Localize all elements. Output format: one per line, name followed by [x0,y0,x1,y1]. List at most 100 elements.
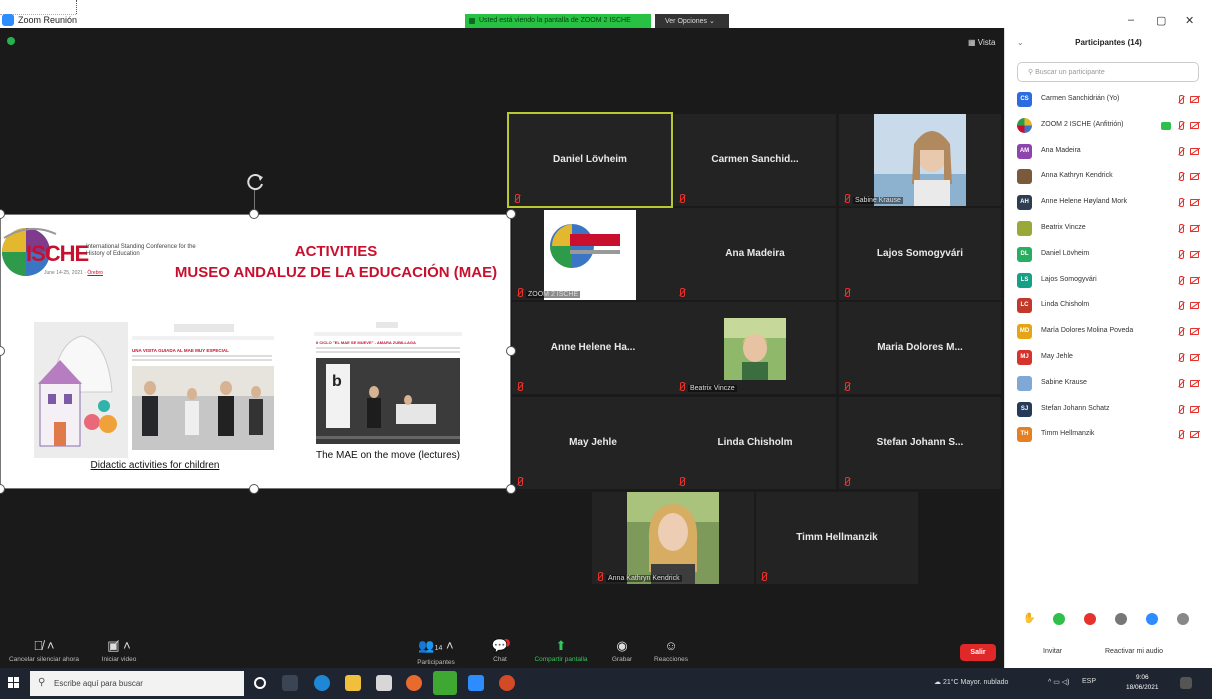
tray-icons[interactable]: ^ ▭ ◁) [1048,678,1070,686]
video-tile[interactable]: Ana Madeira [674,208,836,300]
slow-down-icon[interactable] [1115,613,1127,625]
file-explorer-icon[interactable] [345,675,361,691]
participant-row[interactable]: LS Lajos Somogyvári [1005,269,1212,295]
mic-muted-icon [1177,146,1185,156]
search-icon: ⚲ [38,677,46,688]
webpage-heading: UNA VISITA GUIADA AL MAE MUY ESPECIAL [132,348,229,353]
participant-row[interactable]: ZOOM 2 ISCHE (Anfitrión) [1005,114,1212,140]
video-tile[interactable]: Anne Helene Ha... [512,302,674,394]
avatar: MD [1017,324,1032,340]
windows-start-icon[interactable] [8,677,20,689]
participant-row[interactable]: SJ Stefan Johann Schatz [1005,398,1212,424]
taskbar-clock[interactable]: 9:06 18/06/2021 [1126,673,1159,693]
video-tile[interactable]: Linda Chisholm [674,397,836,489]
participant-row[interactable]: Beatrix Vincze [1005,217,1212,243]
participants-count: 14 [434,645,443,652]
mic-muted-icon [516,288,524,297]
yes-icon[interactable] [1053,613,1065,625]
participant-row[interactable]: AH Anne Helene Høyland Mork [1005,191,1212,217]
record-button[interactable]: ◉ Grabar [608,638,636,663]
task-view-icon[interactable] [282,675,298,691]
participant-row[interactable]: Sabine Krause [1005,372,1212,398]
slide-title: ACTIVITIES [294,243,378,260]
rotate-handle-icon[interactable] [246,171,266,191]
video-tile[interactable]: Lajos Somogyvári [839,208,1001,300]
mic-muted-icon [1177,249,1185,259]
participant-name: Anne Helene Høyland Mork [1041,198,1127,206]
participants-panel: ⌄ Participantes (14) ⚲ Buscar un partici… [1004,28,1212,668]
maximize-button[interactable]: ▢ [1156,14,1166,27]
participant-row[interactable]: MJ May Jehle [1005,346,1212,372]
caption-mae-on-the-move[interactable]: The MAE on the move (lectures) [312,450,464,461]
participant-name: Timm Hellmanzik [796,532,878,543]
zoom-taskbar-icon[interactable] [468,675,484,691]
resize-handle[interactable] [249,209,259,219]
participant-search-input[interactable]: ⚲ Buscar un participante [1017,62,1199,82]
share-screen-button[interactable]: ⬆ Compartir pantalla [528,638,594,663]
video-off-icon [1190,276,1199,284]
participant-row[interactable]: TH Timm Hellmanzik [1005,423,1212,449]
chat-button[interactable]: 💬 Chat [488,638,512,663]
edge-browser-icon[interactable] [314,675,330,691]
reactions-button[interactable]: ☺ Reacciones [652,638,690,663]
leave-button[interactable]: Salir [960,644,996,661]
participant-row[interactable]: DL Daniel Lövheim [1005,243,1212,269]
video-tile[interactable]: Stefan Johann S... [839,397,1001,489]
resize-handle[interactable] [506,484,516,494]
security-shield-icon[interactable] [7,37,15,45]
close-button[interactable]: ✕ [1185,14,1194,27]
mute-button[interactable]: 🎙̸ ˄ Cancelar silenciar ahora [4,638,84,663]
weather-text: 21°C Mayor. nublado [942,679,1009,686]
unmute-me-button[interactable]: Reactivar mi audio [1105,648,1163,655]
taskbar-search-input[interactable]: ⚲ Escribe aquí para buscar [30,671,244,696]
language-indicator[interactable]: ESP [1082,678,1096,685]
minimize-button[interactable]: – [1128,14,1134,26]
video-tile[interactable]: Carmen Sanchid... [674,114,836,206]
mic-muted-icon [1177,223,1185,233]
video-tile[interactable]: May Jehle [512,397,674,489]
firefox-icon[interactable] [406,675,422,691]
record-label: Grabar [611,656,633,663]
video-tile[interactable]: Maria Dolores M... [839,302,1001,394]
ische-city-link[interactable]: Örebro [87,270,103,276]
powerpoint-icon[interactable] [499,675,515,691]
participant-name: ZOOM 2 ISCHE (Anfitrión) [1041,120,1124,128]
view-button[interactable]: ▦ Vista [968,38,995,47]
video-off-icon [1190,147,1199,155]
cortana-icon[interactable] [254,677,266,689]
shared-slide[interactable]: ISCHE International Standing Conference … [0,214,511,489]
caption-didactic-activities[interactable]: Didactic activities for children [34,460,276,471]
resize-handle[interactable] [506,346,516,356]
meeting-toolbar: 🎙̸ ˄ Cancelar silenciar ahora ▣̸ ˄ Inici… [0,636,1004,668]
green-app-icon[interactable] [433,671,457,695]
notifications-icon[interactable] [1180,677,1192,689]
participant-row[interactable]: Anna Kathryn Kendrick [1005,165,1212,191]
participant-row[interactable]: MD María Dolores Molina Poveda [1005,320,1212,346]
resize-handle[interactable] [506,209,516,219]
video-tile[interactable]: Anna Kathryn Kendrick [592,492,754,584]
video-off-icon [1190,379,1199,387]
video-tile[interactable]: Timm Hellmanzik [756,492,918,584]
invite-button[interactable]: Invitar [1043,648,1062,655]
video-tile[interactable]: Sabine Krause [839,114,1001,206]
video-tile[interactable]: ZOOM 2 ISCHE [512,208,674,300]
no-icon[interactable] [1084,613,1096,625]
video-tile[interactable]: Beatrix Vincze [674,302,836,394]
start-video-button[interactable]: ▣̸ ˄ Iniciar video [94,638,144,663]
participant-row[interactable]: AM Ana Madeira [1005,140,1212,166]
participant-row[interactable]: LC Linda Chisholm [1005,294,1212,320]
raise-hand-icon[interactable]: ✋ [1023,613,1035,625]
store-icon[interactable] [376,675,392,691]
mic-muted-icon [1177,327,1185,337]
resize-handle[interactable] [249,484,259,494]
video-tile[interactable]: Daniel Lövheim [507,112,673,208]
speed-up-icon[interactable] [1146,613,1158,625]
more-reactions-icon[interactable] [1177,613,1189,625]
mic-muted-icon [516,477,524,486]
participants-button[interactable]: 👥14 ˄ Participantes [410,638,462,666]
view-options-button[interactable]: Ver Opciones ⌄ [655,14,729,28]
zoom-app-icon [2,14,14,26]
participant-row[interactable]: CS Carmen Sanchidrián (Yo) [1005,88,1212,114]
weather-widget[interactable]: ☁ 21°C Mayor. nublado [934,678,1008,686]
avatar: MJ [1017,349,1032,365]
